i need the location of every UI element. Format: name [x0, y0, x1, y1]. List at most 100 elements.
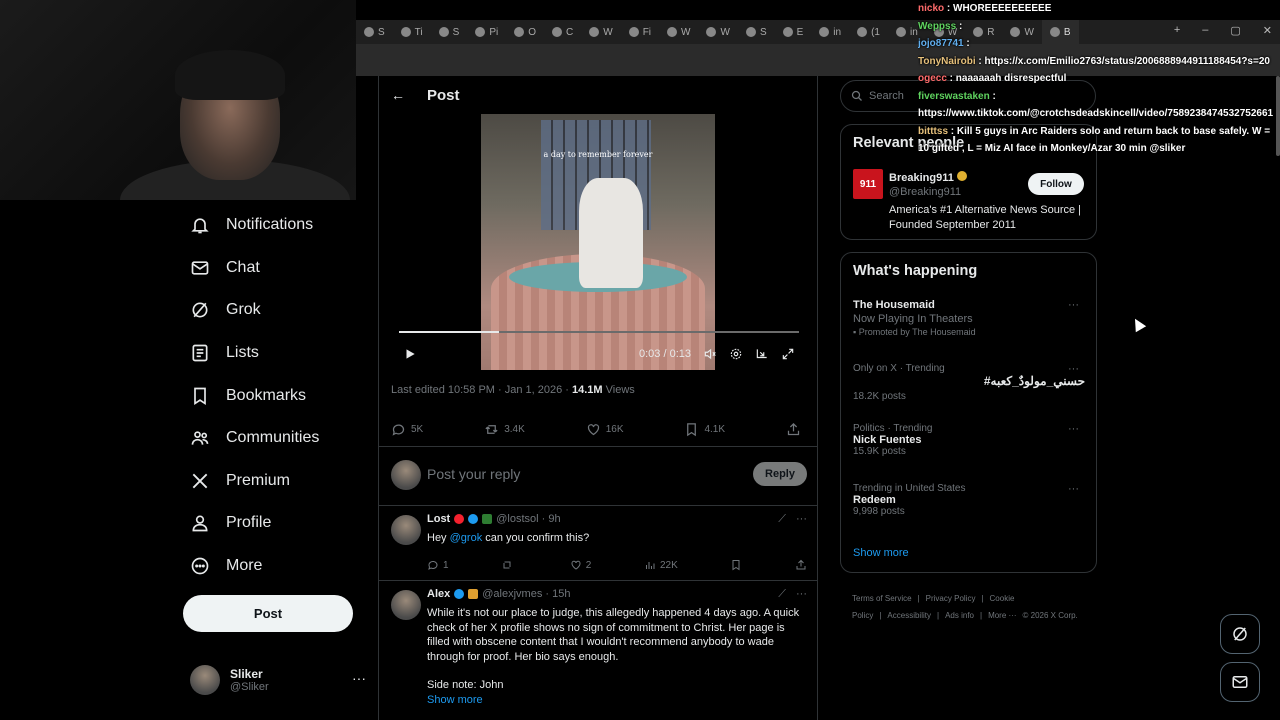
tab-label: Ti — [414, 26, 423, 38]
tab-favicon-icon — [628, 27, 639, 37]
settings-gear-icon[interactable] — [729, 347, 743, 361]
footer-link[interactable]: More ··· — [988, 611, 1016, 620]
reply-action[interactable]: 5K — [391, 422, 423, 437]
account-switcher[interactable]: Sliker @Sliker ··· — [190, 662, 370, 698]
browser-tab[interactable]: W — [581, 20, 620, 44]
trend-promo: ▪ Promoted by The Housemaid — [853, 327, 1085, 337]
more-icon[interactable]: ··· — [1068, 363, 1079, 375]
trend-sub: Now Playing In Theaters — [853, 313, 973, 325]
tweet-author-name: Lost — [427, 513, 451, 525]
page-title: Post — [427, 86, 460, 104]
show-more-link[interactable]: Show more — [427, 693, 805, 708]
chat-username: fiverswastaken — [918, 90, 990, 102]
more-icon[interactable]: ··· — [1068, 299, 1079, 311]
repost-action[interactable] — [501, 559, 517, 571]
reply-tweet[interactable]: Lost @lostsol · 9h ⟋ ··· Hey @grok can y… — [379, 507, 817, 581]
mail-icon — [191, 261, 209, 275]
browser-tab[interactable]: C — [544, 20, 581, 44]
messages-float-button[interactable] — [1220, 662, 1260, 702]
nav-item-more[interactable]: More — [182, 545, 372, 588]
mention-link[interactable]: @grok — [450, 532, 483, 544]
nav-item-notifications[interactable]: Notifications — [182, 204, 372, 247]
nav-item-grok[interactable]: Grok — [182, 289, 372, 332]
share-action[interactable] — [786, 422, 801, 437]
footer-link[interactable]: Ads info — [945, 611, 974, 620]
reply-action[interactable]: 1 — [427, 559, 449, 571]
reply-tweet[interactable]: Alex @alexjvmes · 15h ⟋ ··· While it's n… — [379, 582, 817, 720]
reply-input[interactable]: Post your reply — [427, 466, 520, 482]
trend-item[interactable]: Trending in United States Redeem 9,998 p… — [853, 483, 1085, 517]
nav-item-lists[interactable]: Lists — [182, 332, 372, 375]
video-time: 0:03 / 0:13 — [639, 348, 691, 360]
grok-float-button[interactable] — [1220, 614, 1260, 654]
relevant-person-name[interactable]: Breaking911 — [889, 171, 967, 184]
browser-tab[interactable]: (1 — [849, 20, 888, 44]
views-count: 14.1M — [572, 384, 603, 396]
nav-item-communities[interactable]: Communities — [182, 417, 372, 460]
tab-label: (1 — [871, 26, 880, 38]
follow-button[interactable]: Follow — [1028, 173, 1084, 195]
repost-action[interactable]: 3.4K — [484, 422, 525, 437]
tab-favicon-icon — [667, 27, 678, 37]
picture-in-picture-icon[interactable] — [755, 347, 769, 361]
footer-link[interactable]: Terms of Service — [852, 594, 912, 603]
volume-muted-icon[interactable] — [703, 347, 717, 361]
trend-item[interactable]: Politics · Trending Nick Fuentes 15.9K p… — [853, 423, 1085, 457]
bookmark-action[interactable]: 4.1K — [684, 422, 725, 437]
more-icon[interactable]: ··· — [1068, 483, 1079, 495]
verified-badge-icon — [454, 589, 465, 599]
share-action[interactable] — [795, 559, 807, 571]
reply-icon — [428, 560, 438, 570]
browser-tab[interactable]: Ti — [393, 20, 431, 44]
more-icon[interactable]: ··· — [796, 588, 807, 601]
show-more-link[interactable]: Show more — [853, 547, 909, 559]
tweet-tools: ⟋ ··· — [778, 513, 807, 526]
nav-item-premium[interactable]: Premium — [182, 460, 372, 503]
trend-item[interactable]: Only on X · Trending #حسني_مولودٌ_كعبه 1… — [853, 363, 1085, 402]
browser-tab[interactable]: S — [738, 20, 775, 44]
breaking911-logo[interactable]: 911 — [853, 169, 883, 199]
bookmark-action[interactable] — [730, 559, 742, 571]
back-arrow-icon[interactable]: ← — [391, 87, 405, 103]
video-controls: 0:03 / 0:13 — [391, 342, 807, 366]
tweet-text-note: Side note: John — [427, 679, 504, 691]
browser-tab[interactable]: E — [775, 20, 812, 44]
post-edited-info: Last edited 10:58 PM · Jan 1, 2026 · 14.… — [391, 384, 635, 396]
footer-link[interactable]: © 2026 X Corp. — [1023, 611, 1078, 620]
grok-icon[interactable]: ⟋ — [778, 588, 786, 601]
like-action[interactable]: 2 — [570, 559, 591, 571]
nav-item-profile[interactable]: Profile — [182, 502, 372, 545]
avatar — [190, 665, 220, 695]
browser-tab[interactable]: Fi — [621, 20, 659, 44]
nav-item-bookmarks[interactable]: Bookmarks — [182, 374, 372, 417]
footer-link[interactable]: Privacy Policy — [926, 594, 976, 603]
play-icon[interactable] — [403, 347, 417, 361]
trend-meta: Trending in United States — [853, 483, 966, 494]
like-action[interactable]: 16K — [586, 422, 624, 437]
views-action[interactable]: 22K — [644, 559, 678, 571]
page-scrollbar[interactable] — [1276, 76, 1280, 156]
avatar — [391, 590, 421, 620]
video-player[interactable]: a day to remember forever 0:03 / 0:13 — [391, 114, 807, 370]
account-menu-icon[interactable]: ··· — [352, 670, 366, 686]
more-icon[interactable]: ··· — [1068, 423, 1079, 435]
browser-tab[interactable]: O — [506, 20, 544, 44]
browser-tab[interactable]: S — [431, 20, 468, 44]
fullscreen-icon[interactable] — [781, 347, 795, 361]
browser-tab[interactable]: Pi — [467, 20, 506, 44]
nav-item-chat[interactable]: Chat — [182, 247, 372, 290]
footer-link[interactable]: Accessibility — [887, 611, 931, 620]
heart-icon — [587, 423, 599, 435]
video-progress-bar[interactable] — [399, 331, 799, 333]
browser-tab[interactable]: W — [659, 20, 698, 44]
browser-tab[interactable]: S — [356, 20, 393, 44]
more-icon[interactable]: ··· — [796, 513, 807, 526]
browser-tab[interactable]: W — [698, 20, 737, 44]
post-button[interactable]: Post — [183, 595, 353, 632]
reply-button[interactable]: Reply — [753, 462, 807, 486]
grok-icon[interactable]: ⟋ — [778, 513, 786, 526]
browser-tab[interactable]: in — [811, 20, 849, 44]
edited-timestamp: Last edited 10:58 PM · Jan 1, 2026 · — [391, 384, 573, 396]
trend-item[interactable]: The Housemaid Now Playing In Theaters ▪ … — [853, 299, 1085, 337]
nav-label: Premium — [226, 471, 291, 489]
